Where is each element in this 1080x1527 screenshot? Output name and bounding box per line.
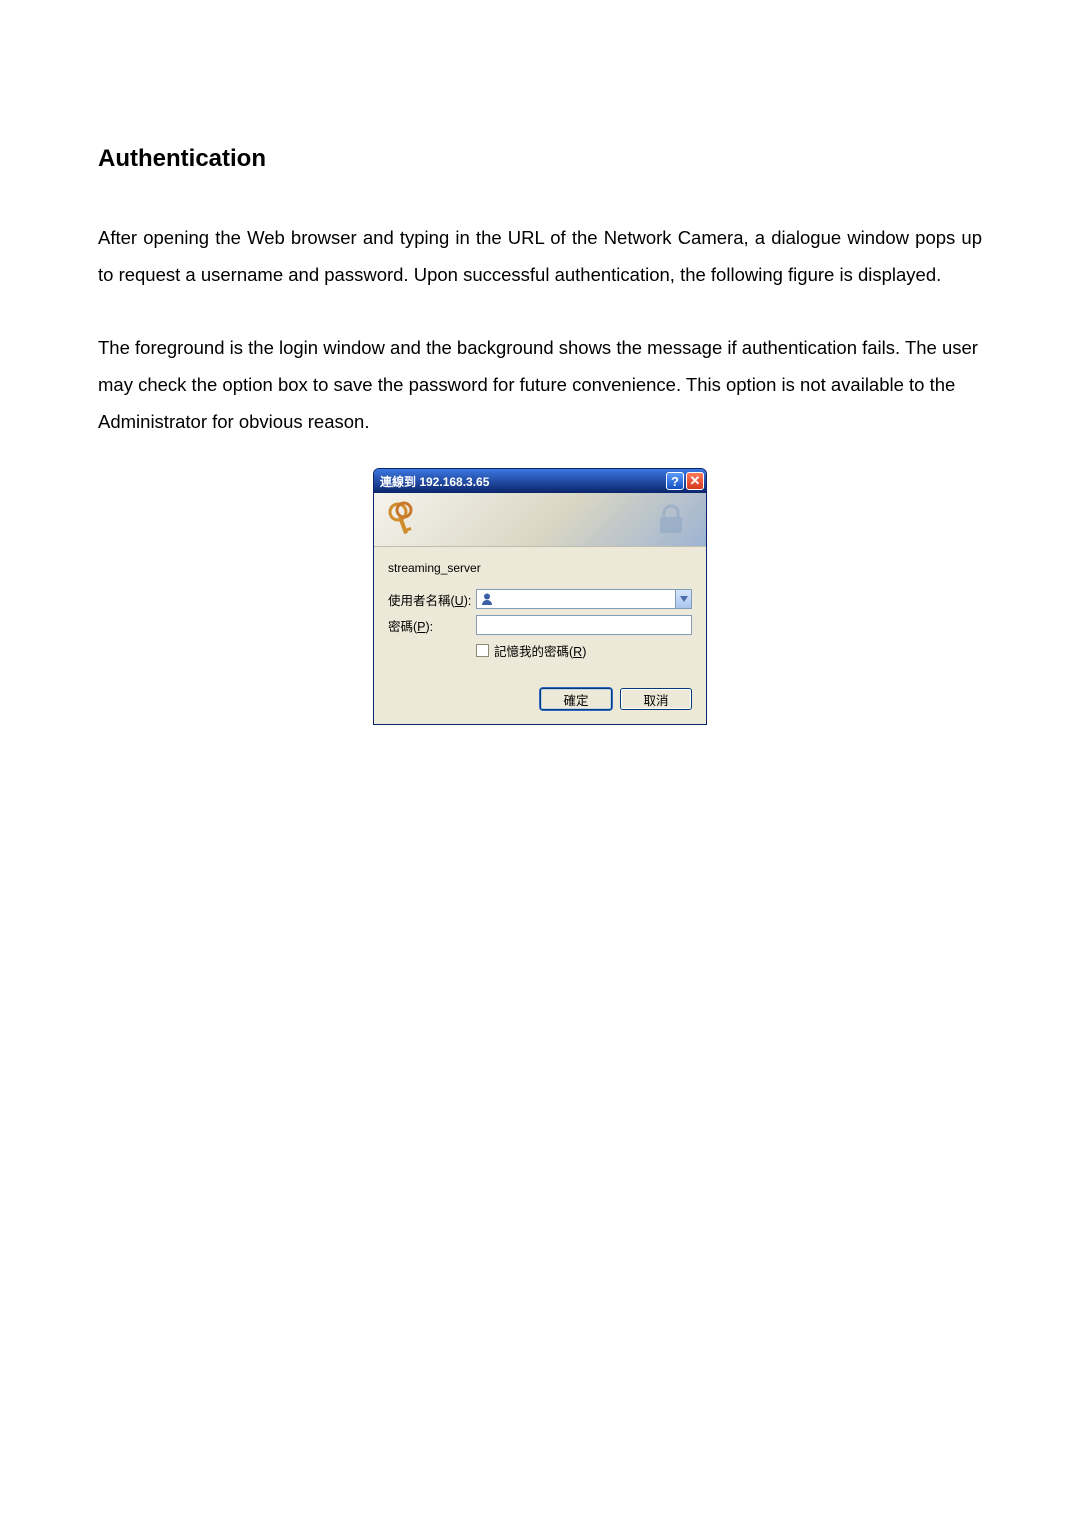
dialog-title: 連線到 192.168.3.65 [380,473,664,490]
document-page: Authentication After opening the Web bro… [0,0,1080,725]
dialog-banner [374,493,706,547]
ok-button[interactable]: 確定 [540,688,612,710]
dialog-buttons: 確定 取消 [388,688,692,710]
password-input[interactable] [476,615,692,635]
dialog-titlebar: 連線到 192.168.3.65 ? ✕ [374,469,706,493]
password-label-post: ): [426,620,434,634]
remember-row: 記憶我的密碼(R) [476,641,692,660]
username-row: 使用者名稱(U): [388,589,692,609]
remember-label-post: ) [582,645,586,659]
user-icon [480,592,494,606]
dialog-figure: 連線到 192.168.3.65 ? ✕ [98,468,982,725]
username-input[interactable] [476,589,692,609]
remember-checkbox[interactable] [476,644,489,657]
username-label: 使用者名稱(U): [388,590,476,609]
intro-paragraph-1: After opening the Web browser and typing… [98,219,982,293]
lock-icon [654,503,688,537]
intro-paragraph-2: The foreground is the login window and t… [98,329,982,440]
remember-accel: R [573,645,582,659]
password-row: 密碼(P): [388,615,692,635]
keys-icon [384,499,424,539]
dropdown-arrow-icon[interactable] [675,590,691,608]
password-label-pre: 密碼( [388,620,417,634]
help-button[interactable]: ? [666,472,684,490]
username-label-pre: 使用者名稱( [388,594,455,608]
cancel-button[interactable]: 取消 [620,688,692,710]
question-icon: ? [671,474,679,489]
auth-dialog: 連線到 192.168.3.65 ? ✕ [373,468,707,725]
close-button[interactable]: ✕ [686,472,704,490]
username-accel: U [455,594,464,608]
username-label-post: ): [464,594,472,608]
section-heading: Authentication [98,145,982,173]
remember-label: 記憶我的密碼(R) [494,641,586,660]
realm-label: streaming_server [388,561,692,575]
password-label: 密碼(P): [388,616,476,635]
dialog-form: streaming_server 使用者名稱(U): [374,547,706,724]
remember-label-pre: 記憶我的密碼( [494,645,573,659]
password-accel: P [417,620,425,634]
close-icon: ✕ [690,473,701,489]
